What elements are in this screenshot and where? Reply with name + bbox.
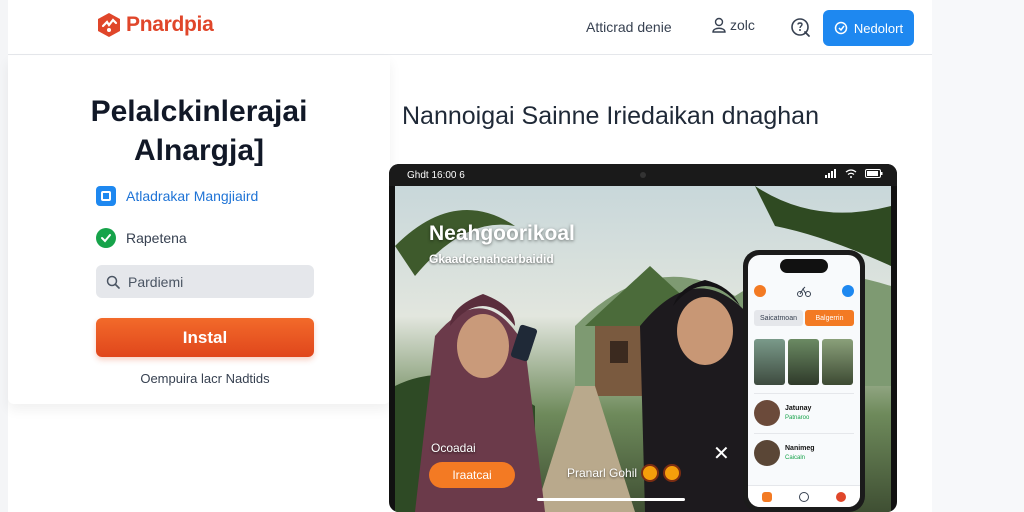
list-item-tag: Caicaln — [785, 454, 806, 461]
check-circle-icon — [96, 228, 116, 248]
camera-icon — [640, 172, 646, 178]
search-icon — [106, 275, 120, 289]
primary-header-button[interactable]: Nedolort — [823, 10, 914, 46]
status-icons — [825, 169, 883, 178]
bike-icon — [797, 286, 811, 297]
account-icon[interactable] — [836, 491, 847, 502]
avatar — [754, 439, 780, 466]
feature-item[interactable]: Rapetena — [96, 228, 187, 248]
feature-item[interactable]: Atladrakar Mangjiaird — [96, 186, 258, 206]
user-icon — [712, 17, 726, 33]
signal-icon — [825, 169, 836, 178]
section-title: Nannoigai Sainne Iriedaikan dnaghan — [402, 102, 819, 130]
compass-icon[interactable] — [798, 491, 809, 502]
phone-top-bar — [754, 285, 854, 297]
app-square-icon — [96, 186, 116, 206]
install-button[interactable]: Instal — [96, 318, 314, 357]
phone-bottom-nav — [748, 485, 860, 507]
logo-icon — [98, 13, 120, 37]
phone-notch — [780, 259, 828, 273]
scene-meta-label: Pranarl Gohil — [567, 466, 638, 480]
scene-action-button[interactable]: Iraatcai — [429, 462, 515, 488]
logo-text: Pnardpia — [126, 13, 214, 36]
nav-link[interactable]: Atticrad denie — [586, 19, 672, 35]
hero-title: Pelalckinlerajai Alnargja] — [8, 92, 390, 170]
hero-title-line-2: Alnargja] — [133, 134, 265, 167]
list-item-tag: Patnaroo — [785, 414, 810, 421]
phone-mockup: Saicatmoan Balgerrin Jatunay Patnaroo Na… — [743, 250, 865, 512]
phone-tab-active[interactable]: Balgerrin — [805, 310, 854, 326]
phone-tab[interactable]: Saicatmoan — [754, 310, 803, 326]
list-item[interactable]: Nanimeg Caicaln — [754, 433, 854, 471]
scene-title: Neahgoorikoal — [429, 222, 575, 245]
home-indicator — [537, 498, 685, 501]
brand-logo[interactable]: Pnardpia — [96, 12, 214, 38]
hero-title-line-1: Pelalckinlerajai — [90, 95, 308, 128]
close-icon[interactable]: ✕ — [713, 441, 730, 466]
scene-meta: Pranarl Gohil — [567, 464, 682, 482]
tablet-status-bar: Ghdt 16:00 6 — [389, 164, 897, 186]
list-item-name: Nanimeg — [785, 444, 815, 452]
chat-icon — [834, 21, 848, 35]
list-item[interactable]: Jatunay Patnaroo — [754, 393, 854, 431]
feature-label: Atladrakar Mangjiaird — [126, 188, 259, 204]
help-icon[interactable] — [789, 16, 811, 38]
coin-icon — [641, 464, 660, 482]
scene-caption: Ocoadai — [431, 441, 476, 455]
coin-icon — [663, 464, 682, 482]
install-footnote: Oempuira lacr Nadtids — [140, 371, 270, 386]
right-margin — [932, 0, 1024, 512]
avatar — [754, 399, 780, 426]
tablet-status-text: Ghdt 16:00 6 — [407, 170, 465, 181]
photo-thumbnail[interactable] — [822, 339, 853, 385]
top-navbar: Pnardpia Atticrad denie zolc Nedolort — [8, 0, 932, 55]
battery-icon — [865, 169, 883, 178]
primary-button-label: Nedolort — [853, 20, 904, 36]
menu-icon[interactable] — [754, 285, 766, 297]
feature-label: Rapetena — [126, 230, 187, 246]
phone-tabs: Saicatmoan Balgerrin — [754, 310, 854, 326]
home-icon[interactable] — [761, 491, 772, 502]
phone-photo-grid — [754, 339, 854, 385]
photo-thumbnail[interactable] — [788, 339, 819, 385]
search-input[interactable] — [128, 273, 298, 290]
photo-thumbnail[interactable] — [754, 339, 785, 385]
wifi-icon — [845, 169, 857, 178]
phone-screen: Saicatmoan Balgerrin Jatunay Patnaroo Na… — [748, 255, 860, 507]
user-label: zolc — [730, 17, 755, 33]
search-field[interactable] — [96, 265, 314, 298]
user-menu[interactable]: zolc — [712, 17, 755, 33]
list-item-name: Jatunay — [785, 404, 812, 412]
scene-subtitle: Gkaadcenahcarbaidid — [429, 252, 554, 266]
profile-icon[interactable] — [842, 285, 854, 297]
